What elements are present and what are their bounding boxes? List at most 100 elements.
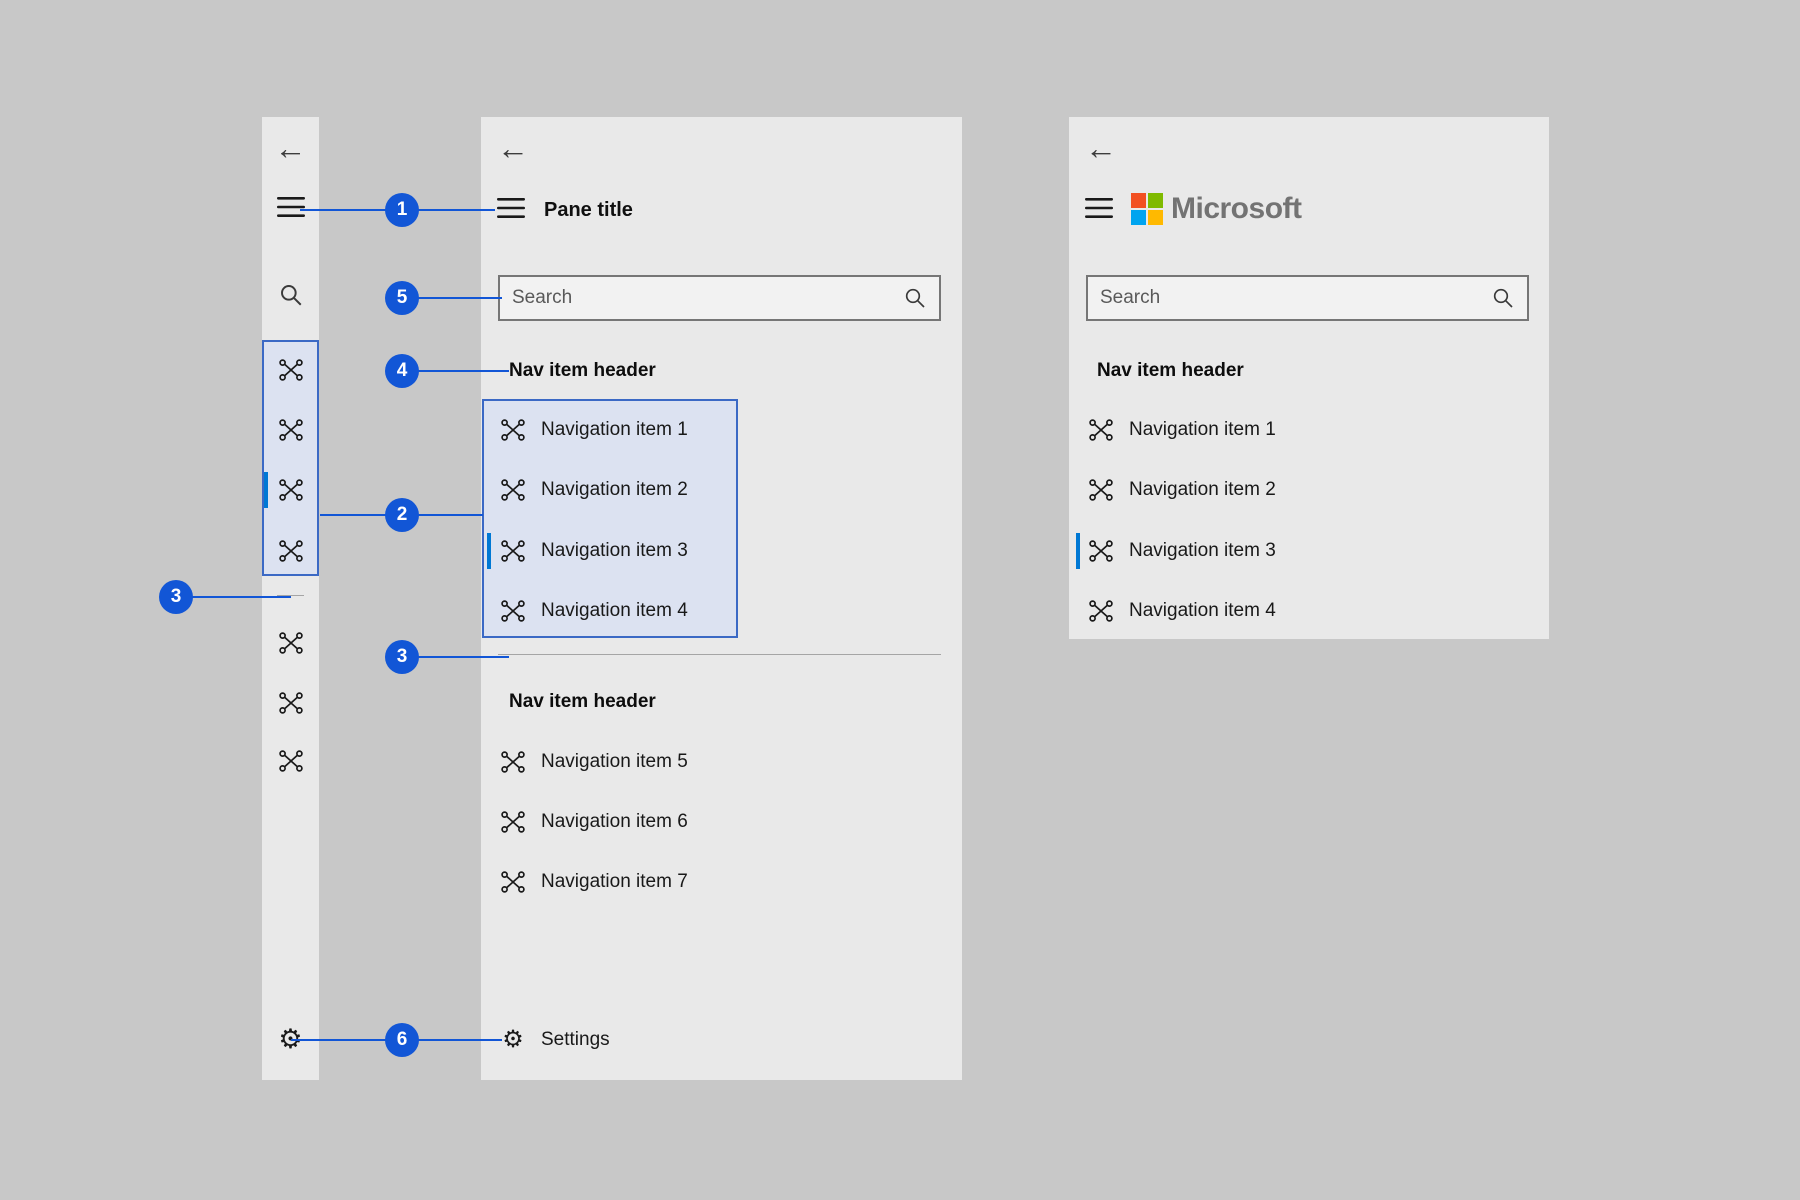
nav-item-label: Navigation item 1: [1129, 419, 1276, 440]
logo-square-red: [1131, 193, 1146, 208]
nav-item-label: Navigation item 1: [541, 419, 688, 440]
logo-square-blue: [1131, 210, 1146, 225]
nav-item-1[interactable]: Navigation item 1: [498, 404, 688, 456]
back-button[interactable]: ←: [497, 131, 529, 165]
placeholder-icon: [500, 477, 526, 503]
nav-item-1[interactable]: Navigation item 1: [1086, 404, 1276, 456]
nav-item-7[interactable]: Navigation item 7: [498, 856, 688, 908]
callout-badge-3b: 3: [385, 640, 419, 674]
placeholder-icon: [278, 630, 304, 656]
search-input[interactable]: [500, 287, 903, 309]
navigation-view-redline-diagram: ← ⚙ ← Pane title Search Nav item header …: [0, 0, 1800, 1200]
back-button[interactable]: ←: [262, 131, 319, 165]
nav-item-label: Navigation item 6: [541, 811, 688, 832]
back-arrow-icon: ←: [497, 130, 529, 166]
selection-indicator: [487, 533, 491, 569]
nav-item-6[interactable]: Navigation item 6: [498, 796, 688, 848]
callout-number: 3: [396, 646, 408, 667]
nav-item-header-1: Nav item header: [509, 360, 656, 381]
nav-item-label: Navigation item 2: [541, 479, 688, 500]
callout-badge-1: 1: [385, 193, 419, 227]
callout-number: 2: [396, 504, 408, 525]
menu-button[interactable]: [497, 197, 525, 223]
callout-badge-3a: 3: [159, 580, 193, 614]
callout-badge-4: 4: [385, 354, 419, 388]
nav-item-compact-2[interactable]: [262, 417, 319, 443]
nav-item-5[interactable]: Navigation item 5: [498, 736, 688, 788]
brand-wordmark: Microsoft: [1171, 192, 1302, 225]
callout-badge-2: 2: [385, 498, 419, 532]
search-input[interactable]: [1088, 287, 1491, 309]
nav-item-label: Navigation item 4: [541, 600, 688, 621]
settings-item[interactable]: ⚙ Settings: [498, 1014, 610, 1066]
nav-item-2[interactable]: Navigation item 2: [1086, 464, 1276, 516]
settings-icon: ⚙: [502, 1026, 524, 1053]
nav-item-label: Navigation item 2: [1129, 479, 1276, 500]
placeholder-icon: [500, 598, 526, 624]
settings-label: Settings: [541, 1029, 610, 1050]
back-arrow-icon: ←: [274, 130, 307, 166]
callout-number: 1: [396, 199, 408, 220]
nav-item-header: Nav item header: [1097, 360, 1244, 381]
expanded-nav-pane: ← Pane title Nav item header Navigation …: [481, 117, 962, 1080]
search-box[interactable]: [1086, 275, 1529, 321]
nav-item-header-2: Nav item header: [509, 691, 656, 712]
nav-item-compact-1[interactable]: [262, 357, 319, 383]
collapsed-nav-pane: ← ⚙: [262, 117, 319, 1080]
nav-item-3-selected[interactable]: Navigation item 3: [498, 525, 688, 577]
menu-button[interactable]: [1085, 197, 1113, 223]
search-icon: [278, 282, 304, 313]
placeholder-icon: [1088, 538, 1114, 564]
placeholder-icon: [1088, 598, 1114, 624]
logo-square-yellow: [1148, 210, 1163, 225]
hamburger-icon: [1085, 197, 1113, 223]
nav-item-compact-3-selected[interactable]: [262, 477, 319, 503]
callout-number: 3: [170, 586, 182, 607]
back-button[interactable]: ←: [1085, 131, 1117, 165]
callout-number: 6: [396, 1029, 408, 1050]
search-button[interactable]: [262, 284, 319, 310]
placeholder-icon: [500, 809, 526, 835]
nav-item-label: Navigation item 3: [541, 540, 688, 561]
placeholder-icon: [500, 538, 526, 564]
placeholder-icon: [278, 477, 304, 503]
nav-item-compact-6[interactable]: [262, 690, 319, 716]
search-box[interactable]: [498, 275, 941, 321]
callout-badge-6: 6: [385, 1023, 419, 1057]
placeholder-icon: [278, 538, 304, 564]
callout-line-3a: [176, 596, 291, 598]
selection-indicator: [1076, 533, 1080, 569]
nav-item-label: Navigation item 5: [541, 751, 688, 772]
hamburger-icon: [497, 197, 525, 223]
logo-square-green: [1148, 193, 1163, 208]
pane-title: Pane title: [544, 199, 633, 221]
nav-item-2[interactable]: Navigation item 2: [498, 464, 688, 516]
microsoft-logo-icon: [1131, 193, 1163, 225]
nav-item-compact-4[interactable]: [262, 538, 319, 564]
nav-item-4[interactable]: Navigation item 4: [1086, 585, 1276, 637]
nav-item-3-selected[interactable]: Navigation item 3: [1086, 525, 1276, 577]
placeholder-icon: [500, 869, 526, 895]
placeholder-icon: [500, 417, 526, 443]
nav-item-label: Navigation item 3: [1129, 540, 1276, 561]
nav-item-label: Navigation item 7: [541, 871, 688, 892]
nav-item-4[interactable]: Navigation item 4: [498, 585, 688, 637]
nav-item-compact-5[interactable]: [262, 630, 319, 656]
placeholder-icon: [278, 357, 304, 383]
placeholder-icon: [500, 749, 526, 775]
placeholder-icon: [278, 417, 304, 443]
placeholder-icon: [278, 690, 304, 716]
placeholder-icon: [278, 748, 304, 774]
search-icon: [1491, 286, 1515, 310]
back-arrow-icon: ←: [1085, 130, 1117, 166]
branded-nav-pane: ← Microsoft Nav item header Navigation i…: [1069, 117, 1549, 639]
search-icon: [903, 286, 927, 310]
nav-item-label: Navigation item 4: [1129, 600, 1276, 621]
pane-separator: [498, 654, 941, 655]
placeholder-icon: [1088, 417, 1114, 443]
placeholder-icon: [1088, 477, 1114, 503]
callout-number: 5: [396, 287, 408, 308]
nav-item-compact-7[interactable]: [262, 748, 319, 774]
callout-badge-5: 5: [385, 281, 419, 315]
callout-number: 4: [396, 360, 408, 381]
